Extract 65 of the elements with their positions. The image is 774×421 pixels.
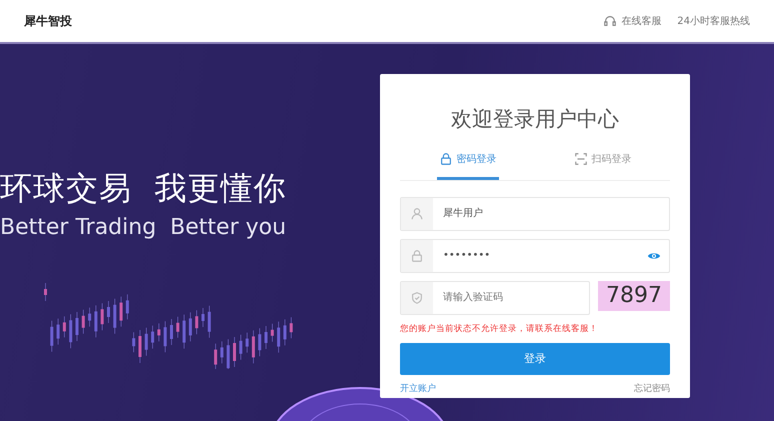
password-field[interactable]: •••••••• [400,238,670,272]
service-link[interactable]: 在线客服 [621,14,662,28]
username-field[interactable]: 犀牛用户 [400,196,670,230]
login-link[interactable]: 忘记密码 [634,383,670,397]
candlestick [151,325,154,349]
candlestick [290,316,293,338]
candlestick [126,294,129,320]
candlestick [202,308,204,328]
captcha-input[interactable]: 请输入验证码 [433,290,589,305]
candlestick [277,321,280,353]
candlestick [107,300,110,324]
candlestick [214,343,218,369]
candlestick [270,324,274,342]
candlestick [113,298,116,334]
candlestick [195,310,198,334]
captcha-image[interactable]: 7897 [598,280,670,310]
candlestick [44,282,47,302]
candlestick [56,318,60,345]
candlestick [252,330,255,364]
candlestick [170,318,173,346]
candlestick [88,307,92,327]
candlestick [144,328,148,356]
candlestick [94,305,98,338]
password-input[interactable]: •••••••• [433,248,647,263]
candlestick [239,334,242,360]
candlestick [208,306,211,338]
hotline-link[interactable]: 24小时客服热线 [677,14,750,28]
headset-icon [603,14,618,28]
candlestick [264,326,268,350]
candlestick [157,323,160,342]
candlestick [120,296,123,327]
candlestick [176,316,180,338]
candlestick [82,310,85,334]
candlestick [62,316,66,338]
logo-text: 犀牛智投 [24,13,72,30]
candlestick [220,341,224,364]
candlestick [246,332,249,353]
candlestick [100,302,104,330]
candlestick [188,312,192,342]
username-input[interactable]: 犀牛用户 [433,206,669,221]
lock-icon [410,248,424,262]
candlestick [226,338,230,369]
candlestick [233,336,236,368]
scan-icon [574,152,588,166]
shield-icon [410,290,424,304]
captcha-field[interactable]: 请输入验证码 [400,280,590,314]
login-tab[interactable]: 扫码登录 [572,144,634,180]
hero-headline: 环球交易 我更懂你 [0,169,286,208]
candlestick [258,328,262,356]
candlestick [69,314,72,348]
login-tab[interactable]: 密码登录 [436,144,498,180]
candlestick [50,320,54,352]
lock-icon [438,152,452,166]
login-link[interactable]: 开立账户 [400,383,436,397]
candlestick [76,312,78,342]
candlestick [132,332,136,352]
candlestick [283,319,286,346]
login-button[interactable]: 登录 [400,343,670,376]
user-icon [410,206,424,220]
candlestick [164,320,167,352]
hero-subline: Better Trading Better you [0,214,286,242]
candlestick [182,314,186,349]
login-title: 欢迎登录用户中心 [450,106,620,133]
error-message: 您的账户当前状态不允许登录，请联系在线客服！ [400,322,599,336]
candlestick [138,330,142,364]
